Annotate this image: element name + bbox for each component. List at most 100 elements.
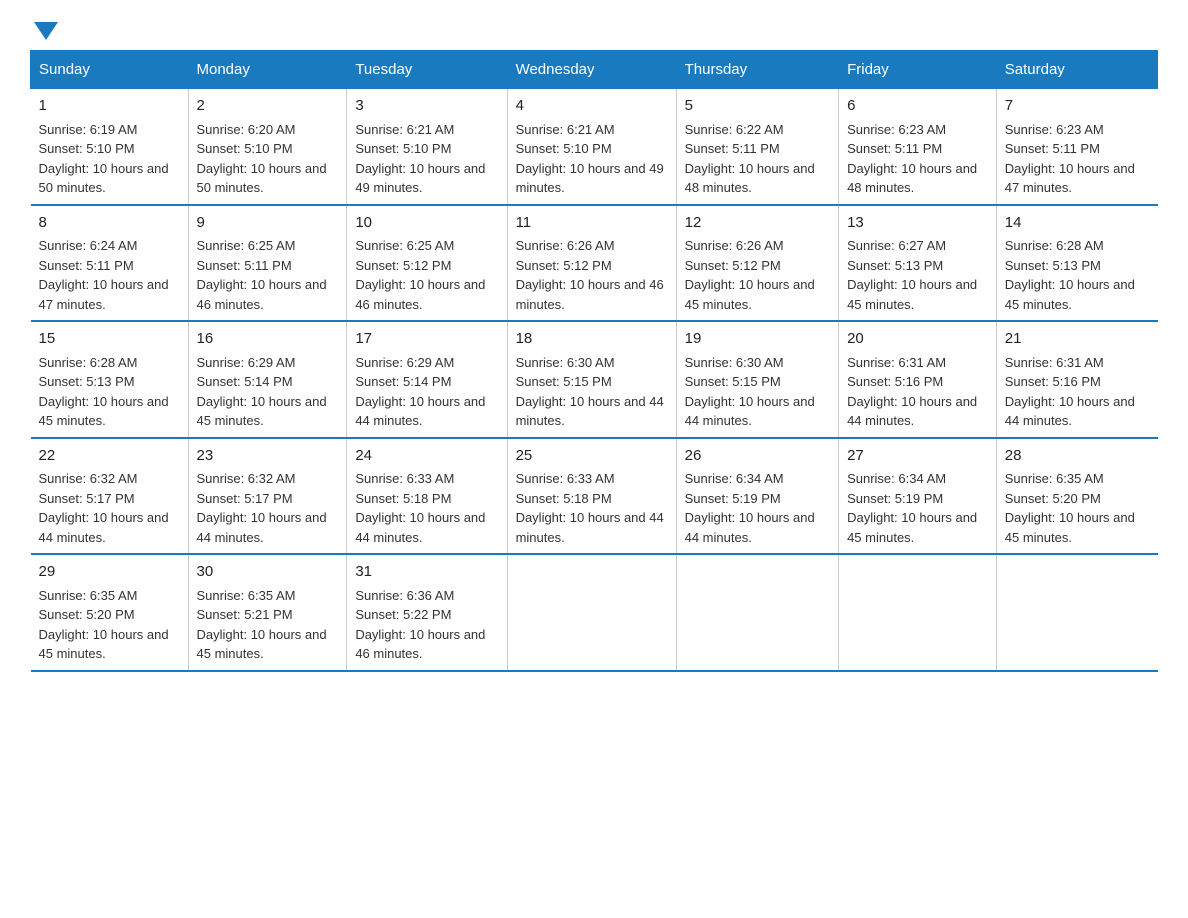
day-number: 19 <box>685 328 830 351</box>
day-info: Sunrise: 6:25 AMSunset: 5:12 PMDaylight:… <box>355 238 485 312</box>
day-number: 9 <box>197 212 339 235</box>
day-info: Sunrise: 6:31 AMSunset: 5:16 PMDaylight:… <box>1005 355 1135 429</box>
day-number: 31 <box>355 561 498 584</box>
day-number: 4 <box>516 95 668 118</box>
day-cell: 24 Sunrise: 6:33 AMSunset: 5:18 PMDayligh… <box>347 438 507 555</box>
day-info: Sunrise: 6:33 AMSunset: 5:18 PMDaylight:… <box>516 471 664 545</box>
day-number: 8 <box>39 212 180 235</box>
day-number: 17 <box>355 328 498 351</box>
day-number: 14 <box>1005 212 1150 235</box>
day-cell: 2 Sunrise: 6:20 AMSunset: 5:10 PMDaylight… <box>188 89 347 205</box>
calendar-table: SundayMondayTuesdayWednesdayThursdayFrid… <box>30 50 1158 672</box>
day-info: Sunrise: 6:26 AMSunset: 5:12 PMDaylight:… <box>685 238 815 312</box>
day-number: 22 <box>39 445 180 468</box>
day-info: Sunrise: 6:36 AMSunset: 5:22 PMDaylight:… <box>355 588 485 662</box>
day-cell: 5 Sunrise: 6:22 AMSunset: 5:11 PMDaylight… <box>676 89 838 205</box>
day-cell: 7Sunrise: 6:23 AMSunset: 5:11 PMDaylight… <box>996 89 1157 205</box>
day-info: Sunrise: 6:20 AMSunset: 5:10 PMDaylight:… <box>197 122 327 196</box>
day-cell: 11 Sunrise: 6:26 AMSunset: 5:12 PMDayligh… <box>507 205 676 322</box>
day-cell: 25 Sunrise: 6:33 AMSunset: 5:18 PMDayligh… <box>507 438 676 555</box>
day-number: 1 <box>39 95 180 118</box>
day-number: 20 <box>847 328 988 351</box>
day-cell: 8Sunrise: 6:24 AMSunset: 5:11 PMDaylight… <box>31 205 189 322</box>
day-header-wednesday: Wednesday <box>507 51 676 89</box>
day-cell: 27 Sunrise: 6:34 AMSunset: 5:19 PMDayligh… <box>839 438 997 555</box>
day-number: 26 <box>685 445 830 468</box>
day-header-thursday: Thursday <box>676 51 838 89</box>
day-cell: 9Sunrise: 6:25 AMSunset: 5:11 PMDaylight… <box>188 205 347 322</box>
day-cell: 14 Sunrise: 6:28 AMSunset: 5:13 PMDayligh… <box>996 205 1157 322</box>
day-number: 3 <box>355 95 498 118</box>
day-cell: 15 Sunrise: 6:28 AMSunset: 5:13 PMDayligh… <box>31 321 189 438</box>
day-info: Sunrise: 6:35 AMSunset: 5:20 PMDaylight:… <box>1005 471 1135 545</box>
day-info: Sunrise: 6:28 AMSunset: 5:13 PMDaylight:… <box>39 355 169 429</box>
day-cell <box>839 554 997 671</box>
day-cell: 3 Sunrise: 6:21 AMSunset: 5:10 PMDaylight… <box>347 89 507 205</box>
day-number: 27 <box>847 445 988 468</box>
day-number: 29 <box>39 561 180 584</box>
week-row-5: 29Sunrise: 6:35 AMSunset: 5:20 PMDayligh… <box>31 554 1158 671</box>
logo-arrow-icon <box>34 22 58 40</box>
day-info: Sunrise: 6:21 AMSunset: 5:10 PMDaylight:… <box>516 122 664 196</box>
day-cell <box>507 554 676 671</box>
day-number: 5 <box>685 95 830 118</box>
day-cell: 20 Sunrise: 6:31 AMSunset: 5:16 PMDayligh… <box>839 321 997 438</box>
day-number: 24 <box>355 445 498 468</box>
day-cell: 16 Sunrise: 6:29 AMSunset: 5:14 PMDayligh… <box>188 321 347 438</box>
day-header-saturday: Saturday <box>996 51 1157 89</box>
day-info: Sunrise: 6:28 AMSunset: 5:13 PMDaylight:… <box>1005 238 1135 312</box>
day-number: 7 <box>1005 95 1150 118</box>
week-row-4: 22 Sunrise: 6:32 AMSunset: 5:17 PMDayligh… <box>31 438 1158 555</box>
day-cell: 1 Sunrise: 6:19 AMSunset: 5:10 PMDaylight… <box>31 89 189 205</box>
day-number: 23 <box>197 445 339 468</box>
day-number: 30 <box>197 561 339 584</box>
week-row-1: 1 Sunrise: 6:19 AMSunset: 5:10 PMDaylight… <box>31 89 1158 205</box>
day-info: Sunrise: 6:35 AMSunset: 5:21 PMDaylight:… <box>197 588 327 662</box>
day-info: Sunrise: 6:32 AMSunset: 5:17 PMDaylight:… <box>197 471 327 545</box>
day-cell: 31 Sunrise: 6:36 AMSunset: 5:22 PMDayligh… <box>347 554 507 671</box>
day-info: Sunrise: 6:27 AMSunset: 5:13 PMDaylight:… <box>847 238 977 312</box>
day-cell <box>676 554 838 671</box>
day-info: Sunrise: 6:26 AMSunset: 5:12 PMDaylight:… <box>516 238 664 312</box>
day-info: Sunrise: 6:30 AMSunset: 5:15 PMDaylight:… <box>516 355 664 429</box>
day-cell: 30 Sunrise: 6:35 AMSunset: 5:21 PMDayligh… <box>188 554 347 671</box>
day-info: Sunrise: 6:21 AMSunset: 5:10 PMDaylight:… <box>355 122 485 196</box>
day-number: 16 <box>197 328 339 351</box>
day-number: 13 <box>847 212 988 235</box>
day-info: Sunrise: 6:29 AMSunset: 5:14 PMDaylight:… <box>197 355 327 429</box>
day-cell: 17 Sunrise: 6:29 AMSunset: 5:14 PMDayligh… <box>347 321 507 438</box>
day-cell: 18 Sunrise: 6:30 AMSunset: 5:15 PMDayligh… <box>507 321 676 438</box>
day-cell: 29Sunrise: 6:35 AMSunset: 5:20 PMDayligh… <box>31 554 189 671</box>
day-info: Sunrise: 6:23 AMSunset: 5:11 PMDaylight:… <box>847 122 977 196</box>
day-info: Sunrise: 6:31 AMSunset: 5:16 PMDaylight:… <box>847 355 977 429</box>
day-cell: 4 Sunrise: 6:21 AMSunset: 5:10 PMDaylight… <box>507 89 676 205</box>
day-number: 2 <box>197 95 339 118</box>
day-number: 15 <box>39 328 180 351</box>
day-info: Sunrise: 6:33 AMSunset: 5:18 PMDaylight:… <box>355 471 485 545</box>
logo <box>30 20 58 40</box>
week-row-2: 8Sunrise: 6:24 AMSunset: 5:11 PMDaylight… <box>31 205 1158 322</box>
day-cell: 6 Sunrise: 6:23 AMSunset: 5:11 PMDaylight… <box>839 89 997 205</box>
day-info: Sunrise: 6:19 AMSunset: 5:10 PMDaylight:… <box>39 122 169 196</box>
day-header-tuesday: Tuesday <box>347 51 507 89</box>
day-info: Sunrise: 6:34 AMSunset: 5:19 PMDaylight:… <box>685 471 815 545</box>
day-cell: 23 Sunrise: 6:32 AMSunset: 5:17 PMDayligh… <box>188 438 347 555</box>
day-header-monday: Monday <box>188 51 347 89</box>
day-cell: 28 Sunrise: 6:35 AMSunset: 5:20 PMDayligh… <box>996 438 1157 555</box>
day-info: Sunrise: 6:22 AMSunset: 5:11 PMDaylight:… <box>685 122 815 196</box>
day-cell: 10Sunrise: 6:25 AMSunset: 5:12 PMDayligh… <box>347 205 507 322</box>
day-number: 18 <box>516 328 668 351</box>
day-number: 12 <box>685 212 830 235</box>
day-header-friday: Friday <box>839 51 997 89</box>
day-number: 25 <box>516 445 668 468</box>
day-number: 6 <box>847 95 988 118</box>
day-info: Sunrise: 6:34 AMSunset: 5:19 PMDaylight:… <box>847 471 977 545</box>
day-info: Sunrise: 6:30 AMSunset: 5:15 PMDaylight:… <box>685 355 815 429</box>
day-info: Sunrise: 6:29 AMSunset: 5:14 PMDaylight:… <box>355 355 485 429</box>
day-cell: 12 Sunrise: 6:26 AMSunset: 5:12 PMDayligh… <box>676 205 838 322</box>
day-cell: 26 Sunrise: 6:34 AMSunset: 5:19 PMDayligh… <box>676 438 838 555</box>
day-number: 21 <box>1005 328 1150 351</box>
day-header-row: SundayMondayTuesdayWednesdayThursdayFrid… <box>31 51 1158 89</box>
day-number: 28 <box>1005 445 1150 468</box>
day-number: 11 <box>516 212 668 235</box>
